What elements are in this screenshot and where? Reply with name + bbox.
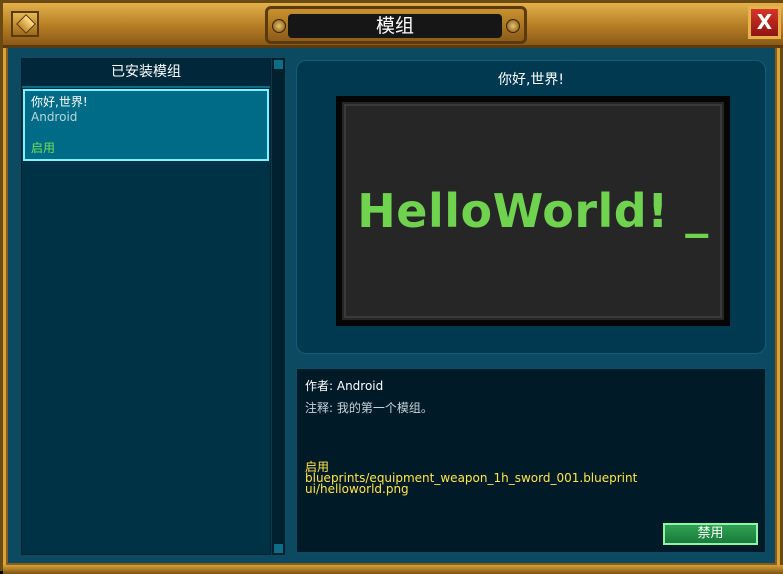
mod-file-item: ui/helloworld.png xyxy=(305,482,409,496)
mods-window: 模组 X 已安装模组 你好,世界! Android 启用 你好,世界! Hell… xyxy=(0,0,783,574)
preview-image: HelloWorld! _ xyxy=(336,96,730,326)
mod-list-item[interactable]: 你好,世界! Android 启用 xyxy=(23,89,269,161)
diamond-icon xyxy=(16,14,36,34)
frame-bottom-edge xyxy=(3,565,783,574)
menu-button[interactable] xyxy=(11,11,39,37)
title-plate: 模组 xyxy=(265,6,527,44)
installed-mods-panel: 已安装模组 你好,世界! Android 启用 xyxy=(21,58,271,555)
preview-image-text: HelloWorld! _ xyxy=(357,184,709,238)
window-title: 模组 xyxy=(288,14,502,38)
mod-preview-panel: 你好,世界! HelloWorld! _ xyxy=(296,60,766,354)
installed-mods-header: 已安装模组 xyxy=(22,59,270,88)
mod-author: Android xyxy=(31,110,78,124)
rivet-icon xyxy=(272,19,286,33)
mod-author-line: 作者: Android xyxy=(305,379,384,393)
mod-files-list: 启用 blueprints/equipment_weapon_1h_sword_… xyxy=(305,461,637,496)
mod-details-panel: 作者: Android 注释: 我的第一个模组。 启用 blueprints/e… xyxy=(296,368,766,553)
preview-title: 你好,世界! xyxy=(497,72,565,88)
mod-status: 启用 xyxy=(31,141,56,155)
disable-button[interactable]: 禁用 xyxy=(663,523,758,545)
scroll-down-arrow[interactable] xyxy=(274,544,283,553)
rivet-icon xyxy=(506,19,520,33)
mods-scrollbar[interactable] xyxy=(271,58,285,555)
close-button[interactable]: X xyxy=(748,6,781,39)
mod-note-line: 注释: 我的第一个模组。 xyxy=(305,401,433,415)
mod-name: 你好,世界! xyxy=(31,95,88,109)
scroll-up-arrow[interactable] xyxy=(274,60,283,69)
title-bar: 模组 X xyxy=(3,3,783,48)
